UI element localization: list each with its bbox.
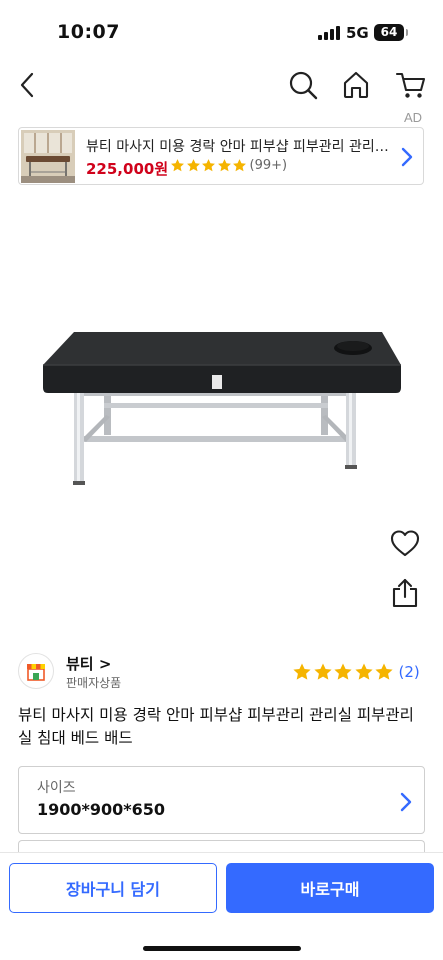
ad-thumbnail (21, 130, 75, 183)
star-icon (354, 663, 373, 680)
ad-banner[interactable]: 뷰티 마사지 미용 경락 안마 피부샵 피부관리 관리실 피부관리실 침대 베드… (18, 127, 424, 185)
product-rating[interactable]: (2) (292, 662, 420, 682)
ad-title: 뷰티 마사지 미용 경락 안마 피부샵 피부관리 관리실 피부관리실 침대 베드… (86, 139, 391, 155)
option-label: 사이즈 (37, 780, 76, 796)
bottom-action-bar: 장바구니 담기 바로구매 (0, 852, 443, 960)
share-icon (392, 578, 418, 608)
status-time: 10:07 (57, 21, 120, 43)
chevron-left-icon (20, 72, 34, 98)
ad-label: AD (404, 110, 423, 125)
search-icon (289, 71, 318, 100)
store-icon (27, 664, 45, 681)
battery-tip (406, 29, 408, 36)
star-icon (171, 159, 184, 172)
star-icon (313, 663, 332, 680)
ad-rating: (99+) (170, 158, 287, 173)
star-icon (217, 159, 231, 172)
star-icon (375, 663, 393, 680)
signal-icon (318, 26, 340, 40)
star-icon (186, 159, 200, 172)
share-button[interactable] (391, 577, 419, 609)
cart-button[interactable] (393, 68, 429, 102)
product-image[interactable] (0, 195, 443, 635)
seller-name-link[interactable]: 뷰티 > (66, 653, 111, 674)
network-type: 5G (346, 24, 369, 42)
size-option-select[interactable]: 사이즈 1900*900*650 (18, 766, 425, 834)
chevron-right-icon (400, 792, 412, 812)
review-count[interactable]: (2) (399, 663, 420, 681)
chevron-right-icon (401, 147, 413, 167)
product-title: 뷰티 마사지 미용 경락 안마 피부샵 피부관리 관리실 피부관리실 침대 베드… (18, 706, 414, 747)
back-button[interactable] (12, 68, 42, 102)
wishlist-button[interactable] (389, 528, 421, 558)
buy-now-button[interactable]: 바로구매 (226, 863, 434, 913)
ad-rating-count: (99+) (249, 158, 288, 173)
star-icon (334, 663, 352, 680)
seller-logo[interactable] (18, 653, 54, 689)
search-button[interactable] (286, 68, 320, 102)
ad-price: 225,000원 (86, 160, 169, 178)
status-bar: 10:07 5G 64 (0, 0, 443, 60)
star-icon (233, 159, 246, 172)
heart-icon (390, 530, 420, 557)
seller-type: 판매자상품 (66, 676, 122, 690)
add-to-cart-button[interactable]: 장바구니 담기 (9, 863, 217, 913)
home-icon (343, 71, 369, 99)
cart-icon (395, 72, 426, 98)
star-icon (293, 663, 311, 680)
home-indicator (143, 946, 301, 951)
star-icon (202, 159, 215, 172)
battery-icon: 64 (374, 24, 404, 41)
home-button[interactable] (338, 68, 374, 102)
option-value: 1900*900*650 (37, 800, 166, 819)
